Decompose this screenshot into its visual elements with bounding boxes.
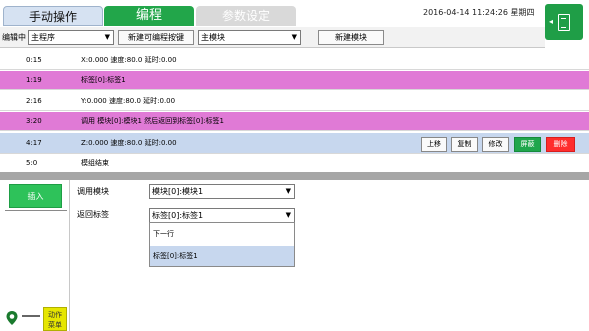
row-number: 0:15 (26, 56, 42, 64)
row-command: Z:0.000 速度:80.0 延时:0.00 (81, 139, 177, 147)
tab-manual-operation[interactable]: 手动操作 (3, 6, 103, 26)
program-row[interactable]: 0:15 X:0.000 速度:80.0 延时:0.00 (0, 51, 589, 70)
location-pin-icon[interactable] (4, 310, 20, 326)
chevron-down-icon: ▼ (291, 33, 297, 41)
dropdown-option-next-line[interactable]: 下一行 (150, 224, 294, 244)
row-command: 模组结束 (81, 159, 109, 167)
row-command: 调用 模块[0]:模块1 然后返回到标签[0]:标签1 (81, 117, 224, 125)
datetime-display: 2016-04-14 11:24:26 星期四 (423, 8, 535, 17)
call-module-value: 模块[0]:模块1 (152, 187, 204, 196)
arrow-left-icon: ◂ (549, 17, 554, 26)
insert-button[interactable]: 插入 (9, 184, 62, 208)
row-number: 2:16 (26, 97, 42, 105)
move-up-button[interactable]: 上移 (421, 137, 447, 152)
delete-button[interactable]: 删除 (546, 137, 575, 152)
screen-toggle-button[interactable]: ◂ (545, 4, 583, 40)
return-label-select[interactable]: 标签[0]:标签1 ▼ (149, 208, 295, 223)
shield-button[interactable]: 屏蔽 (514, 137, 541, 152)
program-row[interactable]: 1:19 标签[0]:标签1 (0, 71, 589, 90)
module-select-value: 主模块 (201, 33, 225, 42)
return-label-label: 返回标签 (77, 210, 109, 219)
modify-button[interactable]: 修改 (482, 137, 509, 152)
program-select-value: 主程序 (31, 33, 55, 42)
row-number: 4:17 (26, 139, 42, 147)
call-module-select[interactable]: 模块[0]:模块1 ▼ (149, 184, 295, 199)
chevron-down-icon: ▼ (104, 33, 110, 41)
call-module-label: 调用模块 (77, 187, 109, 196)
action-menu-line1: 动作 (48, 311, 62, 319)
row-command: X:0.000 速度:80.0 延时:0.00 (81, 56, 177, 64)
module-select[interactable]: 主模块 ▼ (198, 30, 301, 45)
return-label-dropdown: 下一行 标签[0]:标签1 (149, 222, 295, 267)
row-number: 3:20 (26, 117, 42, 125)
display-icon (558, 14, 570, 31)
program-row[interactable]: 5:0 模组结束 (0, 154, 589, 173)
panel-divider (0, 172, 589, 180)
new-module-button[interactable]: 新建模块 (318, 30, 384, 45)
new-programmable-key-button[interactable]: 新建可编程按键 (118, 30, 194, 45)
divider-line (5, 210, 67, 211)
tab-parameter-settings[interactable]: 参数设定 (196, 6, 296, 26)
copy-button[interactable]: 复制 (451, 137, 478, 152)
program-row[interactable]: 3:20 调用 模块[0]:模块1 然后返回到标签[0]:标签1 (0, 112, 589, 131)
row-number: 1:19 (26, 76, 42, 84)
chevron-down-icon: ▼ (285, 187, 291, 195)
tab-programming[interactable]: 编程 (104, 6, 194, 26)
action-menu-button[interactable]: 动作 菜单 (43, 307, 67, 331)
program-select[interactable]: 主程序 ▼ (28, 30, 114, 45)
action-menu-line2: 菜单 (48, 321, 62, 329)
row-command: Y:0.000 速度:80.0 延时:0.00 (81, 97, 176, 105)
pin-connector (22, 315, 40, 317)
row-command: 标签[0]:标签1 (81, 76, 126, 84)
program-row[interactable]: 2:16 Y:0.000 速度:80.0 延时:0.00 (0, 92, 589, 111)
return-label-value: 标签[0]:标签1 (152, 211, 204, 220)
chevron-down-icon: ▼ (285, 211, 291, 219)
mode-label: 编辑中 (2, 33, 26, 42)
dropdown-option-label1[interactable]: 标签[0]:标签1 (150, 246, 294, 266)
row-number: 5:0 (26, 159, 38, 167)
